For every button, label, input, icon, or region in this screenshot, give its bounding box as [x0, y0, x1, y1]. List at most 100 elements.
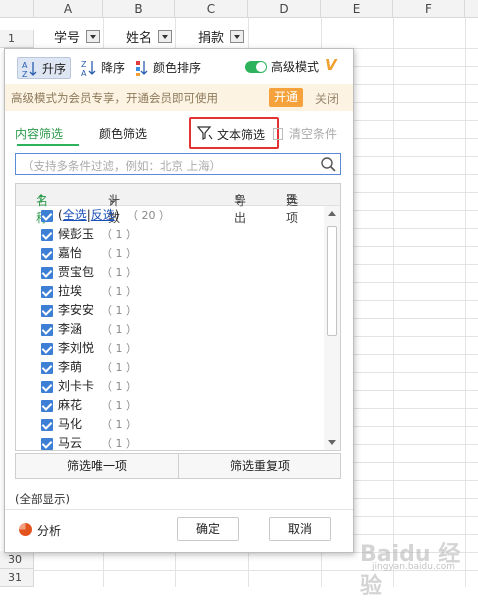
- list-item-label: 李萌: [58, 360, 83, 374]
- cancel-button[interactable]: 取消: [269, 517, 331, 541]
- value-list-header: 名称 ↑ 计数 ↓ ⇪ 导出 ☰ 选项: [16, 184, 340, 225]
- tab-color-filter[interactable]: 颜色筛选: [99, 125, 147, 142]
- export-label: 导出: [234, 194, 247, 225]
- checkbox[interactable]: [41, 305, 53, 317]
- color-sort-icon: [136, 61, 148, 76]
- list-item-label: 候彭玉: [58, 227, 95, 241]
- list-item-label: 马化: [58, 417, 83, 431]
- active-tab-indicator: [17, 144, 79, 146]
- list-item-count: （ 1 ）: [101, 266, 137, 279]
- invert-selection-link[interactable]: 反选: [91, 208, 115, 222]
- scroll-up-icon[interactable]: [328, 211, 336, 216]
- column-header-c[interactable]: C: [175, 0, 248, 18]
- sort-ascending-button[interactable]: AZ 升序: [17, 57, 71, 79]
- value-list: 名称 ↑ 计数 ↓ ⇪ 导出 ☰ 选项 (全选|反选) （ 20 ） 候彭玉 （ …: [15, 183, 341, 451]
- list-item-label: 刘卡卡: [58, 379, 95, 393]
- filter-search-input[interactable]: （支持多条件过滤，例如：北京 上海）: [15, 153, 341, 175]
- pie-chart-icon: [19, 523, 32, 536]
- checkbox[interactable]: [41, 362, 53, 374]
- list-item-label: 麻花: [58, 398, 83, 412]
- svg-text:Z: Z: [22, 70, 28, 78]
- column-header-a[interactable]: A: [34, 0, 103, 18]
- checkbox[interactable]: [41, 438, 53, 450]
- grid-line: [465, 18, 466, 587]
- row-header-1[interactable]: 1: [0, 30, 34, 48]
- row-header-31[interactable]: 31: [0, 569, 34, 587]
- header-cell-label: 捐款: [198, 31, 225, 46]
- list-item-count: （ 1 ）: [101, 399, 137, 412]
- filter-actions-bar: 筛选唯一项 筛选重复项: [15, 453, 341, 479]
- clear-icon: [273, 128, 283, 140]
- analyze-label: 分析: [37, 524, 62, 538]
- column-header-e[interactable]: E: [321, 0, 393, 18]
- filter-funnel-icon: [197, 126, 213, 140]
- activate-button[interactable]: 开通: [269, 88, 303, 107]
- close-notice-button[interactable]: 关闭: [315, 90, 339, 107]
- list-item-count: （ 1 ）: [101, 342, 137, 355]
- advanced-mode-label: 高级模式: [271, 60, 320, 74]
- list-item-count: （ 1 ）: [101, 228, 137, 241]
- checkbox[interactable]: [41, 324, 53, 336]
- filter-dropdown-button[interactable]: [158, 30, 173, 43]
- header-cell-label: 姓名: [126, 31, 153, 46]
- advanced-mode-toggle[interactable]: [245, 61, 267, 73]
- sort-descending-button[interactable]: ZA 降序: [77, 57, 131, 79]
- list-scrollbar[interactable]: [324, 206, 340, 450]
- sort-descending-icon: ZA: [81, 60, 96, 77]
- column-header-bar: A B C D E F: [0, 0, 478, 18]
- list-item-count: （ 1 ）: [101, 285, 137, 298]
- list-item-count: （ 1 ）: [101, 380, 137, 393]
- filter-unique-button[interactable]: 筛选唯一项: [16, 454, 178, 478]
- analyze-button[interactable]: 分析: [19, 522, 61, 539]
- tab-content-filter[interactable]: 内容筛选: [15, 125, 63, 142]
- header-cell-student-id[interactable]: 学号: [54, 30, 101, 48]
- list-item-label: 马云: [58, 436, 83, 450]
- search-icon[interactable]: [320, 156, 336, 172]
- sort-toolbar: AZ 升序 ZA 降序 颜色排序 高级模式 V: [5, 49, 353, 85]
- checkbox[interactable]: [41, 343, 53, 355]
- sort-ascending-label: 升序: [42, 62, 67, 76]
- column-header-f[interactable]: F: [393, 0, 465, 18]
- checkbox[interactable]: [41, 381, 53, 393]
- filter-dropdown-button[interactable]: [86, 30, 101, 43]
- sort-descending-label: 降序: [101, 61, 126, 75]
- select-all-link[interactable]: 全选: [63, 208, 87, 222]
- svg-text:A: A: [22, 61, 28, 70]
- scroll-down-icon[interactable]: [328, 440, 336, 445]
- checkbox[interactable]: [41, 267, 53, 279]
- filter-duplicate-button[interactable]: 筛选重复项: [179, 454, 341, 478]
- header-cell-donation[interactable]: 捐款: [198, 30, 245, 48]
- list-item-count: （ 20 ）: [127, 209, 170, 222]
- list-item-count: （ 1 ）: [101, 437, 137, 450]
- checkbox[interactable]: [41, 210, 53, 222]
- search-placeholder: （支持多条件过滤，例如：北京 上海）: [22, 159, 222, 173]
- corner-cell[interactable]: [0, 0, 34, 18]
- filter-dropdown-button[interactable]: [230, 30, 245, 43]
- ok-button[interactable]: 确定: [177, 517, 239, 541]
- scrollbar-thumb[interactable]: [327, 226, 337, 336]
- grid-line: [393, 18, 394, 587]
- list-item-label: (全选|反选): [58, 208, 120, 222]
- clear-condition-label: 清空条件: [289, 127, 338, 141]
- checkbox[interactable]: [41, 229, 53, 241]
- clear-condition-button[interactable]: 清空条件: [273, 125, 337, 142]
- arrow-up-icon: ↑: [36, 192, 47, 206]
- column-header-d[interactable]: D: [248, 0, 321, 18]
- list-item-count: （ 1 ）: [101, 361, 137, 374]
- sort-by-color-label: 颜色排序: [153, 61, 202, 75]
- sort-by-color-button[interactable]: 颜色排序: [129, 57, 209, 79]
- column-header-b[interactable]: B: [103, 0, 175, 18]
- row-header-30[interactable]: 30: [0, 551, 34, 569]
- checkbox[interactable]: [41, 419, 53, 431]
- checkbox[interactable]: [41, 286, 53, 298]
- checkbox[interactable]: [41, 400, 53, 412]
- vip-icon: V: [325, 56, 337, 74]
- checkbox[interactable]: [41, 248, 53, 260]
- header-cell-name[interactable]: 姓名: [126, 30, 173, 48]
- list-item-count: （ 1 ）: [101, 323, 137, 336]
- arrow-down-icon: ↓: [108, 192, 119, 206]
- svg-text:Z: Z: [81, 60, 87, 69]
- list-item-label: 李刘悦: [58, 341, 95, 355]
- text-filter-button[interactable]: 文本筛选: [189, 117, 279, 149]
- show-all-text: (全部显示): [15, 492, 70, 506]
